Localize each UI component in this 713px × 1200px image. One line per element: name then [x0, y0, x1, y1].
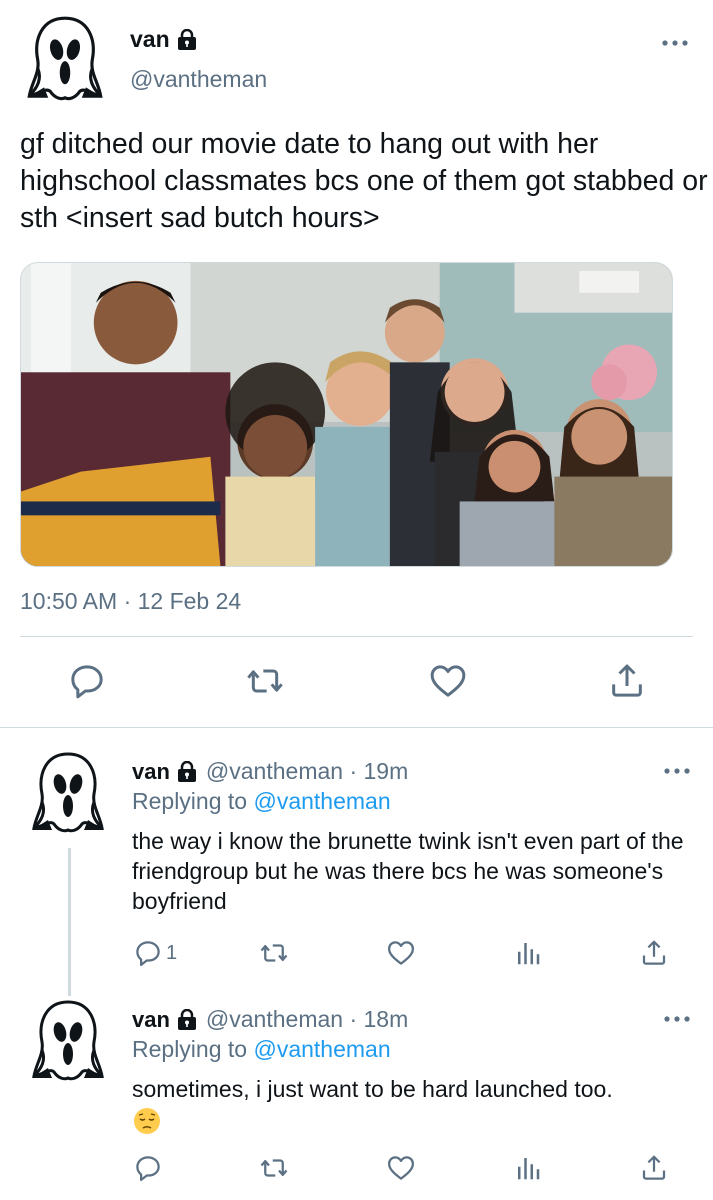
replying-to-line: Replying to @vantheman — [132, 788, 391, 815]
retweet-icon — [259, 1153, 289, 1183]
reply-button[interactable] — [133, 938, 163, 968]
share-icon — [639, 938, 669, 968]
hospital-group-photo — [21, 263, 672, 566]
ghostface-avatar-icon — [22, 14, 108, 102]
reply-text-block: sometimes, i just want to be hard launch… — [132, 1074, 692, 1136]
ghostface-avatar-icon — [28, 998, 108, 1082]
analytics-icon — [513, 938, 543, 968]
share-button[interactable] — [607, 661, 647, 701]
pensive-face-emoji-icon — [132, 1106, 162, 1136]
display-name[interactable]: van — [132, 1007, 170, 1033]
like-button[interactable] — [386, 938, 416, 968]
section-divider — [0, 727, 713, 728]
reply-tweet: van @vantheman · 19m Replying to @vanthe… — [0, 750, 713, 990]
reply-text: sometimes, i just want to be hard launch… — [132, 1076, 613, 1102]
lock-icon — [176, 29, 198, 51]
lock-icon — [176, 761, 198, 783]
like-button[interactable] — [386, 1153, 416, 1183]
analytics-button[interactable] — [513, 938, 543, 968]
retweet-button[interactable] — [259, 938, 289, 968]
share-button[interactable] — [639, 1153, 669, 1183]
handle[interactable]: @vantheman — [130, 66, 267, 93]
replying-to-line: Replying to @vantheman — [132, 1036, 391, 1063]
retweet-icon — [259, 938, 289, 968]
reply-count: 1 — [166, 942, 178, 964]
more-options-icon[interactable] — [662, 1014, 692, 1024]
reply-icon — [133, 1153, 163, 1183]
main-tweet: van @vantheman gf ditched our movie date… — [0, 0, 713, 728]
avatar[interactable] — [28, 998, 108, 1082]
tweet-photo[interactable] — [20, 262, 673, 567]
analytics-button[interactable] — [513, 1153, 543, 1183]
share-icon — [639, 1153, 669, 1183]
retweet-button[interactable] — [245, 661, 285, 701]
like-icon — [386, 1153, 416, 1183]
author-name-row: van @vantheman · 18m — [132, 1006, 408, 1033]
reply-icon — [67, 661, 107, 701]
more-options-icon[interactable] — [660, 38, 690, 48]
like-icon — [386, 938, 416, 968]
like-button[interactable] — [428, 661, 468, 701]
reply-text: the way i know the brunette twink isn't … — [132, 828, 684, 914]
tweet-timestamp[interactable]: 10:50 AM · 12 Feb 24 — [20, 588, 241, 615]
display-name[interactable]: van — [130, 26, 170, 53]
ghostface-avatar-icon — [28, 750, 108, 834]
share-button[interactable] — [639, 938, 669, 968]
avatar[interactable] — [22, 14, 108, 102]
reply-button[interactable] — [67, 661, 107, 701]
handle-and-time[interactable]: @vantheman · 18m — [206, 1006, 408, 1033]
author-name-row: van — [130, 26, 198, 53]
reply-icon — [133, 938, 163, 968]
replying-prefix: Replying to — [132, 1036, 248, 1062]
avatar[interactable] — [28, 750, 108, 834]
replying-prefix: Replying to — [132, 788, 248, 814]
display-name[interactable]: van — [132, 759, 170, 785]
share-icon — [607, 661, 647, 701]
analytics-icon — [513, 1153, 543, 1183]
replying-to-mention[interactable]: @vantheman — [253, 1036, 390, 1062]
reply-button[interactable] — [133, 1153, 163, 1183]
handle-and-time[interactable]: @vantheman · 19m — [206, 758, 408, 785]
tweet-text: gf ditched our movie date to hang out wi… — [20, 128, 708, 234]
like-icon — [428, 661, 468, 701]
lock-icon — [176, 1009, 198, 1031]
replying-to-mention[interactable]: @vantheman — [253, 788, 390, 814]
reply-tweet: van @vantheman · 18m Replying to @vanthe… — [0, 998, 713, 1198]
more-options-icon[interactable] — [662, 766, 692, 776]
author-name-row: van @vantheman · 19m — [132, 758, 408, 785]
divider — [20, 636, 693, 637]
retweet-button[interactable] — [259, 1153, 289, 1183]
retweet-icon — [245, 661, 285, 701]
